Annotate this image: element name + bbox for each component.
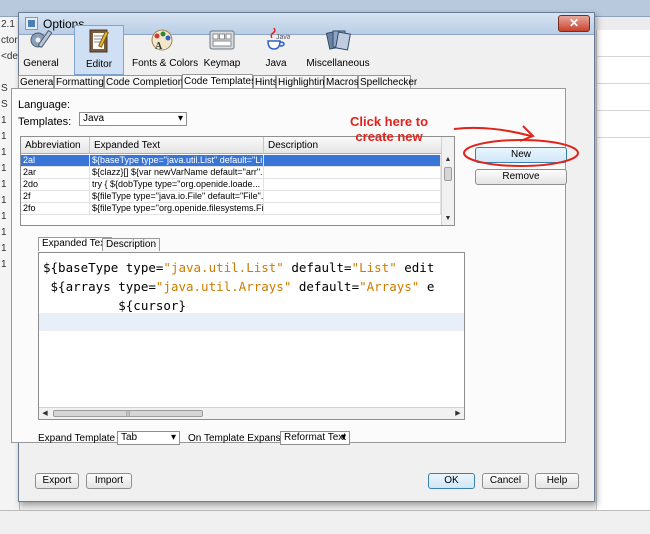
table-row[interactable]: 2ar ${clazz}[] ${var newVarName default="…: [21, 167, 441, 179]
code-token: default=: [291, 279, 360, 294]
abbreviation-cell: 2ar: [21, 167, 90, 178]
description-cell: [264, 167, 441, 178]
help-button[interactable]: Help: [535, 473, 579, 489]
scroll-right-icon[interactable]: ▶: [452, 408, 464, 419]
code-token: "java.util.Arrays": [155, 279, 292, 294]
tab-macros[interactable]: Macros: [324, 75, 359, 89]
abbreviation-cell: 2do: [21, 179, 90, 190]
abbreviation-cell: 2al: [21, 155, 90, 166]
table-row[interactable]: 2do try { ${dobType type="org.openide.loa…: [21, 179, 441, 191]
code-token: ${arrays type=: [43, 279, 156, 294]
category-fonts-colors[interactable]: A Fonts & Colors: [132, 25, 199, 75]
language-label: Language:: [18, 99, 70, 111]
table-row[interactable]: 2al ${baseType type="java.util.List" defa…: [21, 155, 441, 167]
ide-left-strip-text: ctor: [1, 35, 18, 46]
annotation-line-1: Click here to: [350, 114, 429, 129]
code-token: "Arrays": [359, 279, 420, 294]
tab-expanded-text[interactable]: Expanded Text: [38, 237, 112, 251]
on-template-expansion-select[interactable]: Reformat Text: [280, 431, 350, 445]
description-cell: [264, 179, 441, 190]
import-button[interactable]: Import: [86, 473, 132, 489]
tab-code-templates[interactable]: Code Templates: [182, 74, 256, 89]
scroll-down-icon[interactable]: ▼: [442, 213, 454, 225]
scroll-left-icon[interactable]: ◀: [39, 408, 51, 419]
category-keymap[interactable]: Keymap: [198, 25, 246, 75]
expanded-text-cell: try { ${dobType type="org.openide.loade.…: [90, 179, 264, 190]
code-token: ${cursor}: [43, 298, 186, 313]
scroll-thumb[interactable]: |||: [53, 410, 203, 417]
code-token: edit: [396, 260, 435, 275]
category-java[interactable]: Java Java: [254, 25, 298, 75]
code-line: ${arrays type="java.util.Arrays" default…: [43, 278, 435, 296]
table-row[interactable]: 2f ${fileType type="java.io.File" default…: [21, 191, 441, 203]
templates-label: Templates:: [18, 116, 72, 128]
ide-editor-area: [596, 30, 650, 510]
editor-icon: [89, 29, 109, 53]
editor-horizontal-scrollbar[interactable]: ◀ ||| ▶: [39, 407, 464, 419]
tab-highlighting[interactable]: Highlighting: [276, 75, 330, 89]
current-line-highlight: [39, 313, 464, 331]
expanded-text-cell: ${clazz}[] ${var newVarName default="arr…: [92, 167, 264, 178]
expanded-text-cell: ${fileType type="org.openide.filesystems…: [92, 203, 264, 214]
keymap-icon: [209, 30, 235, 50]
tab-formatting[interactable]: Formatting: [54, 75, 104, 89]
tab-hints[interactable]: Hints: [253, 75, 278, 89]
category-label: Java: [265, 58, 287, 69]
svg-text:Java: Java: [276, 34, 290, 41]
category-label: Fonts & Colors: [132, 58, 199, 69]
templates-table: Abbreviation Expanded Text Description 2…: [20, 136, 455, 226]
code-line: ${cursor}: [43, 297, 186, 315]
column-abbreviation[interactable]: Abbreviation: [21, 137, 90, 154]
code-line: ${baseType type="java.util.List" default…: [43, 259, 434, 277]
expanded-text-cell: ${fileType type="java.io.File" default="…: [92, 191, 264, 202]
remove-button[interactable]: Remove: [475, 169, 567, 185]
ide-left-strip-text: <def: [1, 51, 19, 62]
column-expanded-text[interactable]: Expanded Text: [90, 137, 264, 154]
category-label: Keymap: [203, 58, 241, 69]
close-button[interactable]: ✕: [558, 15, 590, 32]
abbreviation-cell: 2f: [21, 191, 90, 202]
category-label: Miscellaneous: [306, 58, 370, 69]
table-vertical-scrollbar[interactable]: ▲ ▼: [441, 137, 454, 225]
java-icon: Java: [267, 27, 290, 50]
description-cell: [264, 203, 441, 214]
code-token: "List": [351, 260, 397, 275]
abbreviation-cell: 2fo: [21, 203, 90, 214]
tab-spellchecker[interactable]: Spellchecker: [358, 75, 417, 89]
tab-description[interactable]: Description: [102, 238, 161, 251]
category-general[interactable]: General: [18, 25, 64, 75]
tab-code-completion[interactable]: Code Completion: [104, 75, 183, 89]
category-label: Editor: [85, 59, 113, 70]
svg-text:A: A: [155, 41, 163, 52]
export-button[interactable]: Export: [35, 473, 79, 489]
annotation-text: Click here to create new: [350, 114, 428, 144]
fonts-colors-icon: A: [151, 29, 173, 52]
expanded-text-cell: ${baseType type="java.util.List" default…: [92, 155, 264, 166]
expand-template-on-select[interactable]: Tab: [117, 431, 180, 445]
cancel-button[interactable]: Cancel: [482, 473, 529, 489]
annotation-line-2: create new: [355, 129, 423, 144]
code-token: default=: [283, 260, 352, 275]
scroll-thumb[interactable]: [444, 167, 452, 181]
language-select[interactable]: Java: [79, 112, 187, 126]
code-token: ${baseType type=: [43, 260, 164, 275]
category-miscellaneous[interactable]: Miscellaneous: [306, 25, 370, 75]
ide-status-bar: [0, 510, 650, 534]
tab-general[interactable]: General: [18, 75, 56, 89]
miscellaneous-icon: [325, 30, 351, 51]
ide-left-strip-text: [0, 65, 19, 81]
new-button[interactable]: New: [475, 147, 567, 163]
category-editor[interactable]: Editor: [74, 25, 124, 75]
description-cell: [264, 191, 441, 202]
general-icon: [30, 30, 52, 48]
scroll-up-icon[interactable]: ▲: [442, 154, 454, 166]
ide-left-strip-text: 2.1: [1, 19, 15, 30]
table-row[interactable]: 2fo ${fileType type="org.openide.filesyst…: [21, 203, 441, 215]
ok-button[interactable]: OK: [428, 473, 475, 489]
code-token: e: [419, 279, 435, 294]
expanded-text-editor[interactable]: ${baseType type="java.util.List" default…: [38, 252, 465, 420]
description-cell: [264, 155, 441, 166]
category-label: General: [23, 58, 59, 69]
code-token: "java.util.List": [163, 260, 284, 275]
